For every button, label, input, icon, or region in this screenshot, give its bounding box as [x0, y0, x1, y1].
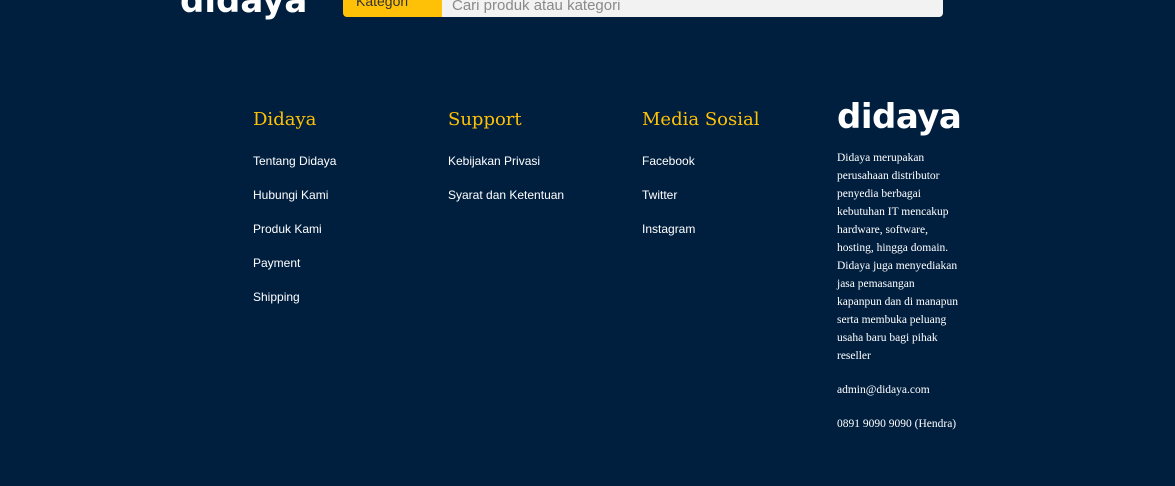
search-input[interactable] — [442, 0, 943, 17]
footer-about: didaya Didaya merupakan perusahaan distr… — [837, 97, 967, 449]
footer-link-produk-kami[interactable]: Produk Kami — [253, 222, 336, 236]
footer-link-syarat-ketentuan[interactable]: Syarat dan Ketentuan — [448, 188, 564, 202]
footer-link-kebijakan-privasi[interactable]: Kebijakan Privasi — [448, 154, 564, 168]
footer-column-media-sosial: Media Sosial Facebook Twitter Instagram — [642, 108, 759, 256]
footer-link-shipping[interactable]: Shipping — [253, 290, 336, 304]
about-description: Didaya merupakan perusahaan distributor … — [837, 152, 959, 362]
footer-link-tentang-didaya[interactable]: Tentang Didaya — [253, 154, 336, 168]
footer-column-didaya: Didaya Tentang Didaya Hubungi Kami Produ… — [253, 108, 336, 324]
contact-email[interactable]: admin@didaya.com — [837, 381, 967, 399]
footer-column-support: Support Kebijakan Privasi Syarat dan Ket… — [448, 108, 564, 222]
footer-link-instagram[interactable]: Instagram — [642, 222, 759, 236]
footer-link-list: Tentang Didaya Hubungi Kami Produk Kami … — [253, 154, 336, 304]
footer-link-list: Kebijakan Privasi Syarat dan Ketentuan — [448, 154, 564, 202]
contact-phone: 0891 9090 9090 (Hendra) — [837, 418, 957, 430]
site-header: didaya Kategori — [0, 0, 1175, 60]
category-dropdown-button[interactable]: Kategori — [343, 0, 442, 17]
header-logo[interactable]: didaya — [180, 0, 307, 18]
search-bar: Kategori — [343, 0, 943, 17]
footer-link-hubungi-kami[interactable]: Hubungi Kami — [253, 188, 336, 202]
footer-column-title: Support — [448, 109, 522, 130]
footer-link-facebook[interactable]: Facebook — [642, 154, 759, 168]
footer-column-title: Didaya — [253, 109, 317, 130]
footer-logo[interactable]: didaya — [837, 97, 967, 137]
footer-link-list: Facebook Twitter Instagram — [642, 154, 759, 236]
footer-link-twitter[interactable]: Twitter — [642, 188, 759, 202]
footer-link-payment[interactable]: Payment — [253, 256, 336, 270]
footer-column-title: Media Sosial — [642, 109, 760, 130]
